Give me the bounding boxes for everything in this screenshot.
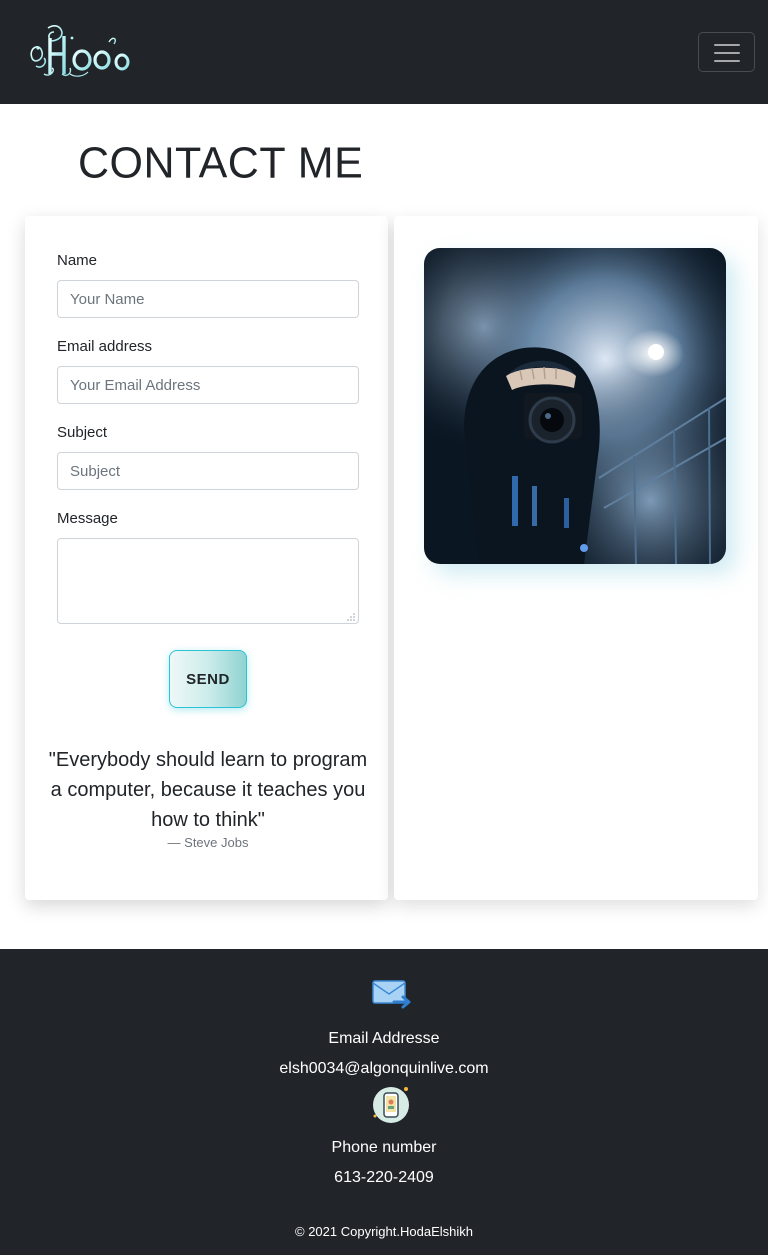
email-heading: Email Addresse xyxy=(328,1030,440,1047)
subject-label: Subject xyxy=(57,424,108,441)
page-title: CONTACT ME xyxy=(78,138,364,188)
name-label: Name xyxy=(57,252,98,269)
hamburger-menu-icon xyxy=(714,52,740,54)
smartphone-icon xyxy=(373,1087,409,1123)
email-label: Email address xyxy=(57,338,153,355)
phone-heading: Phone number xyxy=(331,1139,437,1156)
quote-text: "Everybody should learn to program a com… xyxy=(48,749,368,831)
email-link[interactable]: elsh0034@algonquinlive.com xyxy=(279,1060,488,1077)
envelope-icon xyxy=(372,980,411,1009)
quote-author: — Steve Jobs xyxy=(167,835,249,850)
email-input[interactable] xyxy=(57,366,359,404)
phone-link[interactable]: 613-220-2409 xyxy=(334,1169,434,1186)
resize-handle-icon[interactable] xyxy=(346,612,355,621)
send-button[interactable]: SEND xyxy=(169,650,247,708)
hamburger-menu-icon xyxy=(714,60,740,62)
name-input[interactable] xyxy=(57,280,359,318)
photographer-image xyxy=(424,248,726,564)
brand-logo[interactable] xyxy=(26,18,130,80)
message-label: Message xyxy=(57,510,118,527)
navbar xyxy=(0,0,768,104)
copyright-text: © 2021 Copyright.HodaElshikh xyxy=(295,1224,473,1239)
message-textarea[interactable] xyxy=(57,538,359,624)
subject-input[interactable] xyxy=(57,452,359,490)
hamburger-menu-icon xyxy=(714,44,740,46)
navbar-toggle-button[interactable] xyxy=(698,32,755,72)
